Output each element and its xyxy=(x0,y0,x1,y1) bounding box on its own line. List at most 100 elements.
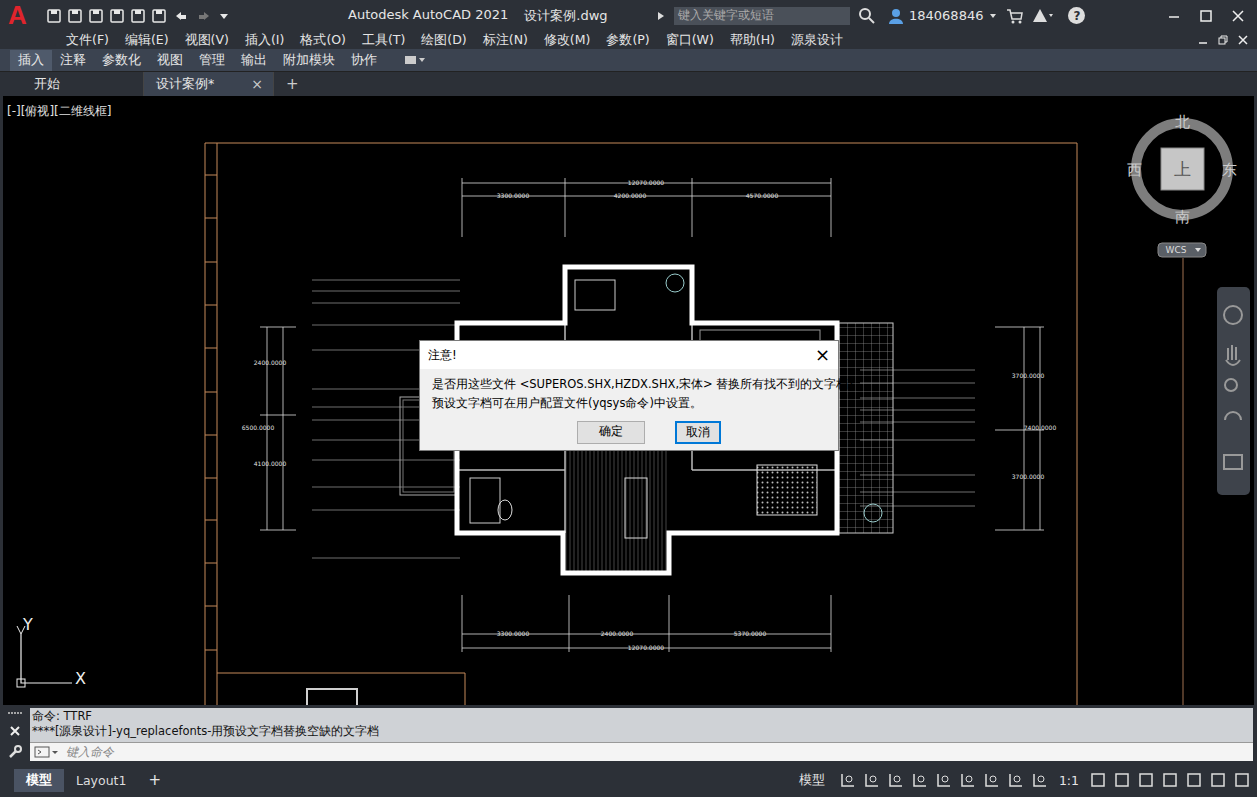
navigation-bar[interactable] xyxy=(1217,287,1250,495)
close-icon[interactable] xyxy=(9,725,21,737)
annotation-scale[interactable]: 1:1 xyxy=(1055,773,1083,788)
file-tab-label: 设计案例* xyxy=(156,76,214,93)
doc-close-icon[interactable] xyxy=(1237,34,1249,46)
viewcube-north[interactable]: 北 xyxy=(1175,113,1190,131)
status-toggle-icon[interactable] xyxy=(959,771,977,789)
grip-icon[interactable] xyxy=(7,710,23,716)
orbit-icon[interactable] xyxy=(1225,412,1241,420)
user-account[interactable]: 184068846 xyxy=(888,8,998,24)
layout-tab[interactable]: Layout1 xyxy=(64,770,138,791)
ribbon-options-icon[interactable] xyxy=(403,53,427,67)
ribbon-tab[interactable]: 管理 xyxy=(191,50,233,71)
menu-item[interactable]: 工具(T) xyxy=(354,32,413,49)
autocad-logo[interactable]: A xyxy=(8,0,38,31)
pan-icon[interactable] xyxy=(1226,345,1240,365)
ribbon-tab[interactable]: 附加模块 xyxy=(275,50,343,71)
help-button[interactable]: ? xyxy=(1068,7,1085,24)
status-toggle-icon[interactable] xyxy=(863,771,881,789)
dialog-button[interactable]: 取消 xyxy=(675,421,721,444)
menu-item[interactable]: 帮助(H) xyxy=(722,32,783,49)
status-toggle-icon[interactable] xyxy=(1031,771,1049,789)
menu-item[interactable]: 窗口(W) xyxy=(658,32,722,49)
menu-item[interactable]: 参数(P) xyxy=(598,32,657,49)
menu-item[interactable]: 标注(N) xyxy=(475,32,536,49)
status-toggle-icon[interactable] xyxy=(935,771,953,789)
status-tool-icon[interactable] xyxy=(1161,771,1179,789)
status-toggle-icon[interactable] xyxy=(887,771,905,789)
viewcube-west[interactable]: 西 xyxy=(1127,161,1142,179)
add-layout-button[interactable]: + xyxy=(138,771,171,789)
ribbon-tab[interactable]: 协作 xyxy=(343,50,385,71)
quick-access-icon[interactable] xyxy=(151,8,167,24)
ribbon-tab[interactable]: 输出 xyxy=(233,50,275,71)
viewcube-east[interactable]: 东 xyxy=(1222,161,1237,179)
search-icon[interactable] xyxy=(858,7,876,25)
file-tab-close[interactable]: × xyxy=(251,76,263,92)
ribbon-tab[interactable]: 注释 xyxy=(52,50,94,71)
status-tool-icon[interactable] xyxy=(1113,771,1131,789)
viewport-controls[interactable]: [-][俯视][二维线框] xyxy=(7,103,111,120)
window-title: Autodesk AutoCAD 2021设计案例.dwg xyxy=(348,7,648,25)
autodesk-app-icon[interactable] xyxy=(1032,8,1054,24)
quick-access-icon[interactable] xyxy=(130,8,146,24)
ribbon-tab[interactable]: 参数化 xyxy=(94,50,149,71)
search-box[interactable]: 键入关键字或短语 xyxy=(674,7,850,25)
menu-item[interactable]: 编辑(E) xyxy=(117,32,177,49)
cart-icon[interactable] xyxy=(1006,8,1024,24)
zoom-icon[interactable] xyxy=(1225,379,1237,391)
menu-item[interactable]: 格式(O) xyxy=(292,32,354,49)
status-tool-icon[interactable] xyxy=(1185,771,1203,789)
status-tool-icon[interactable] xyxy=(1089,771,1107,789)
ribbon-tab-bar: 插入注释参数化视图管理输出附加模块协作 xyxy=(0,49,1257,71)
customize-icon[interactable] xyxy=(218,8,230,24)
menu-item[interactable]: 源泉设计 xyxy=(783,32,851,49)
menu-item[interactable]: 文件(F) xyxy=(58,32,117,49)
file-tab-bar: 开始设计案例* × + xyxy=(0,71,1257,96)
file-tab[interactable]: 设计案例* × xyxy=(144,72,274,96)
status-toggle-icon[interactable] xyxy=(911,771,929,789)
file-tab[interactable]: 开始 xyxy=(4,72,144,96)
quick-access-icon[interactable] xyxy=(88,8,104,24)
status-tool-icon[interactable] xyxy=(1137,771,1155,789)
quick-access-icon[interactable] xyxy=(109,8,125,24)
dialog-close-button[interactable]: × xyxy=(815,346,830,364)
close-icon[interactable] xyxy=(1231,9,1245,23)
layout-tab[interactable]: 模型 xyxy=(14,769,64,792)
status-tool-icon[interactable] xyxy=(1209,771,1227,789)
file-name: 设计案例.dwg xyxy=(524,7,607,25)
quick-access-icon[interactable] xyxy=(46,8,62,24)
doc-minimize-icon[interactable] xyxy=(1197,34,1209,46)
command-input[interactable]: 键入命令 xyxy=(30,742,1253,761)
redo-icon[interactable] xyxy=(195,8,213,24)
viewcube-top[interactable]: 上 xyxy=(1174,159,1191,179)
status-toggle-icon[interactable] xyxy=(839,771,857,789)
showmotion-icon[interactable] xyxy=(1224,455,1242,469)
new-tab-button[interactable]: + xyxy=(274,72,311,96)
menu-item[interactable]: 视图(V) xyxy=(177,32,237,49)
model-space-toggle[interactable]: 模型 xyxy=(795,770,829,791)
menu-item[interactable]: 绘图(D) xyxy=(413,32,474,49)
minimize-icon[interactable] xyxy=(1167,9,1181,23)
status-toggle-icon[interactable] xyxy=(983,771,1001,789)
menu-item[interactable]: 插入(I) xyxy=(237,32,292,49)
drawing-viewport[interactable]: 3300.00004200.00004570.000012070.0000330… xyxy=(0,96,1257,705)
menu-item[interactable]: 修改(M) xyxy=(536,32,599,49)
dimension-text: 2400.0000 xyxy=(601,630,634,637)
undo-icon[interactable] xyxy=(172,8,190,24)
ribbon-tab[interactable]: 插入 xyxy=(10,50,52,71)
viewcube[interactable]: 上 北南 西 东 WCS xyxy=(1127,113,1237,257)
status-tool-icon[interactable] xyxy=(1233,771,1251,789)
status-toggle-icon[interactable] xyxy=(1007,771,1025,789)
dialog-button[interactable]: 确定 xyxy=(577,421,645,444)
ucs-icon: YX xyxy=(17,615,86,688)
expand-icon[interactable] xyxy=(656,10,666,22)
steering-wheel-icon[interactable] xyxy=(1224,306,1242,324)
viewcube-south[interactable]: 南 xyxy=(1175,208,1190,226)
wrench-icon[interactable] xyxy=(8,745,22,759)
quick-access-icon[interactable] xyxy=(67,8,83,24)
command-prompt-icon[interactable] xyxy=(34,746,60,758)
wcs-menu[interactable]: WCS xyxy=(1166,245,1187,255)
maximize-icon[interactable] xyxy=(1199,9,1213,23)
doc-restore-icon[interactable] xyxy=(1217,34,1229,46)
ribbon-tab[interactable]: 视图 xyxy=(149,50,191,71)
